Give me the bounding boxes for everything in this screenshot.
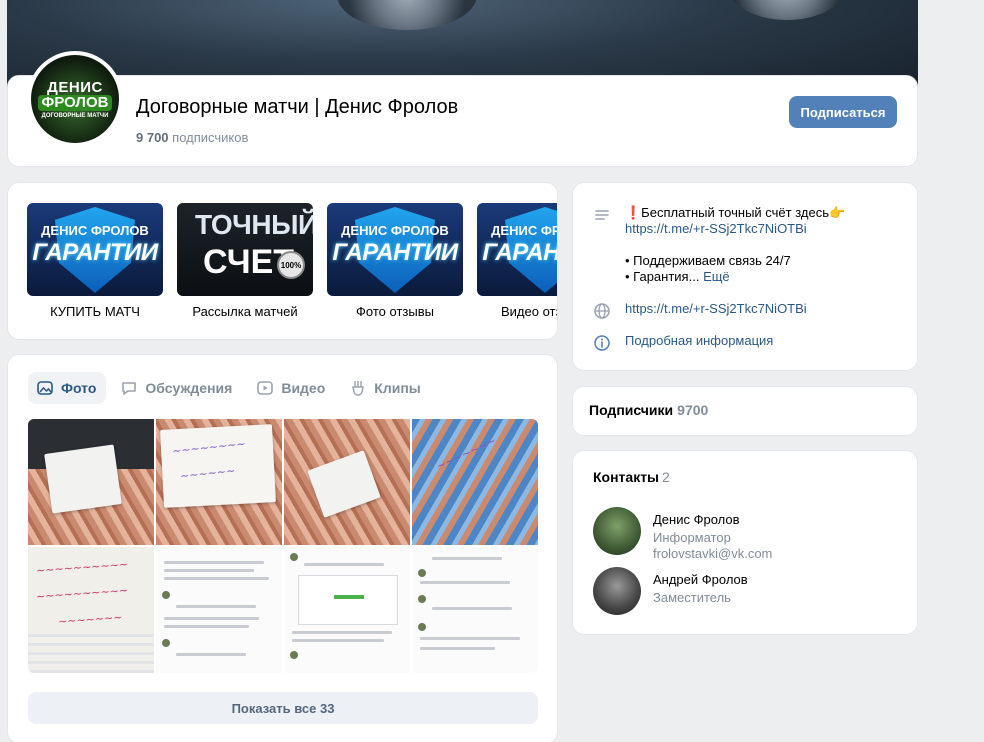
video-icon: [256, 379, 274, 397]
website-row: https://t.me/+r-SSj2Tkc7NiOTBi: [593, 301, 915, 320]
contact-name: Андрей Фролов: [653, 572, 748, 587]
description-line: • Поддерживаем связь 24/7: [625, 253, 791, 268]
subscribers-block[interactable]: Подписчики 9700: [572, 386, 918, 436]
tab-label: Фото: [61, 380, 97, 396]
product-label: Рассылка матчей: [192, 304, 298, 319]
avatar-text-line2: ФРОЛОВ: [37, 94, 113, 111]
clips-icon: [349, 379, 367, 397]
tab-label: Клипы: [374, 380, 421, 396]
website-link[interactable]: https://t.me/+r-SSj2Tkc7NiOTBi: [625, 301, 915, 320]
photo-thumbnail[interactable]: ~~~~~~~~~~ ~~~~~~~~~~ ~~~~~~~: [28, 547, 154, 673]
product-item[interactable]: ДЕНИС ФРОЛОВ ГАРАНТИИ Фото отзывы: [327, 203, 463, 319]
thumb-text: ГАРАНТИИ: [482, 239, 557, 266]
tab-label: Обсуждения: [145, 380, 233, 396]
product-thumbnail: ДЕНИС ФРОЛОВ ГАРАНТИИ: [27, 203, 163, 296]
contacts-title-label: Контакты: [593, 469, 660, 485]
thumb-text: ГАРАНТИИ: [332, 239, 458, 266]
group-description: ❗Бесплатный точный счёт здесь👉 https://t…: [625, 205, 915, 285]
text-lines-icon: [593, 206, 611, 224]
tab-video[interactable]: Видео: [248, 372, 335, 404]
show-all-photos-button[interactable]: Показать все 33: [28, 692, 538, 724]
contact-name: Денис Фролов: [653, 512, 740, 527]
subscribers-block-label: Подписчики: [589, 402, 674, 418]
contact-item[interactable]: Денис Фролов Информатор frolovstavki@vk.…: [593, 507, 772, 561]
info-icon: [593, 334, 611, 352]
contact-role: Информатор: [653, 530, 731, 545]
thumb-text: ДЕНИС ФРОЛОВ: [341, 223, 449, 238]
description-link[interactable]: https://t.me/+r-SSj2Tkc7NiOTBi: [625, 221, 807, 236]
details-link[interactable]: Подробная информация: [625, 333, 915, 352]
product-label: Видео отзывы: [501, 304, 557, 319]
tab-clips[interactable]: Клипы: [341, 372, 430, 404]
subscribers-block-count: 9700: [677, 402, 709, 418]
group-info-block: ❗Бесплатный точный счёт здесь👉 https://t…: [572, 182, 918, 371]
cover-car-wheel: [337, 0, 477, 30]
thumb-text: ДЕНИС ФРОЛОВ: [41, 223, 149, 238]
contacts-block: Контакты 2 Денис Фролов Информатор frolov…: [572, 450, 918, 635]
thumb-text: ДЕНИС ФРОЛОВ: [491, 223, 557, 238]
description-line: ❗Бесплатный точный счёт здесь👉: [625, 205, 846, 220]
description-line: • Гарантия...: [625, 269, 700, 284]
product-label: КУПИТЬ МАТЧ: [50, 304, 140, 319]
photo-grid: ~~~~~~~~ ~~~~~~ ~~~~~~~ ~~~~~~~~~~ ~~~~~…: [28, 419, 538, 673]
subscribers-count: 9 700: [136, 130, 169, 145]
contact-email: frolovstavki@vk.com: [653, 546, 773, 561]
subscribers-summary[interactable]: 9 700 подписчиков: [136, 130, 248, 145]
product-item[interactable]: ТОЧНЫЙ СЧЕТ 100% Рассылка матчей: [177, 203, 313, 319]
cover-car-wheel: [727, 0, 847, 20]
tab-discussions[interactable]: Обсуждения: [112, 372, 242, 404]
product-label: Фото отзывы: [356, 304, 434, 319]
media-block: Фото Обсуждения Видео Клипы ~~~~~~~~ ~~~…: [7, 354, 558, 742]
avatar-text-line1: ДЕНИС: [47, 78, 103, 96]
contacts-title[interactable]: Контакты 2: [593, 469, 670, 485]
tab-photo[interactable]: Фото: [28, 372, 107, 404]
product-thumbnail: ДЕНИС ФРОЛОВ ГАРАНТИИ: [477, 203, 557, 296]
avatar: [593, 507, 641, 555]
group-avatar-image: ДЕНИС ФРОЛОВ ДОГОВОРНЫЕ МАТЧИ: [31, 55, 119, 143]
group-header: ДЕНИС ФРОЛОВ ДОГОВОРНЫЕ МАТЧИ Договорные…: [7, 51, 918, 167]
contact-item[interactable]: Андрей Фролов Заместитель: [593, 567, 748, 615]
guarantee-badge: 100%: [277, 251, 305, 279]
tab-label: Видео: [281, 380, 326, 396]
photo-thumbnail[interactable]: [284, 419, 410, 545]
photo-thumbnail[interactable]: [412, 547, 538, 673]
products-block: ДЕНИС ФРОЛОВ ГАРАНТИИ КУПИТЬ МАТЧ ТОЧНЫЙ…: [7, 182, 558, 340]
avatar-text-line3: ДОГОВОРНЫЕ МАТЧИ: [41, 112, 109, 119]
contacts-count: 2: [662, 469, 670, 485]
globe-icon: [593, 302, 611, 320]
media-tabs: Фото Обсуждения Видео Клипы: [28, 372, 431, 404]
description-row: ❗Бесплатный точный счёт здесь👉 https://t…: [593, 205, 915, 285]
product-item[interactable]: ДЕНИС ФРОЛОВ ГАРАНТИИ КУПИТЬ МАТЧ: [27, 203, 163, 319]
product-thumbnail: ДЕНИС ФРОЛОВ ГАРАНТИИ: [327, 203, 463, 296]
photo-thumbnail[interactable]: [284, 547, 410, 673]
contact-role: Заместитель: [653, 590, 731, 605]
photo-thumbnail[interactable]: [28, 419, 154, 545]
photo-thumbnail[interactable]: ~~~~~~~: [412, 419, 538, 545]
thumb-text: ГАРАНТИИ: [32, 239, 158, 266]
photo-thumbnail[interactable]: ~~~~~~~~ ~~~~~~: [156, 419, 282, 545]
subscribers-block-title: Подписчики 9700: [589, 402, 708, 418]
photo-icon: [36, 379, 54, 397]
details-row[interactable]: Подробная информация: [593, 333, 915, 352]
subscribers-label: подписчиков: [172, 130, 249, 145]
subscribe-button[interactable]: Подписаться: [789, 96, 897, 128]
group-avatar[interactable]: ДЕНИС ФРОЛОВ ДОГОВОРНЫЕ МАТЧИ: [27, 51, 123, 147]
product-item[interactable]: ДЕНИС ФРОЛОВ ГАРАНТИИ Видео отзывы: [477, 203, 557, 319]
avatar: [593, 567, 641, 615]
product-thumbnail: ТОЧНЫЙ СЧЕТ 100%: [177, 203, 313, 296]
discussion-icon: [120, 379, 138, 397]
show-more-link[interactable]: Ещё: [703, 269, 730, 284]
photo-thumbnail[interactable]: [156, 547, 282, 673]
page-title: Договорные матчи | Денис Фролов: [136, 96, 459, 118]
thumb-text: ТОЧНЫЙ: [195, 209, 313, 240]
